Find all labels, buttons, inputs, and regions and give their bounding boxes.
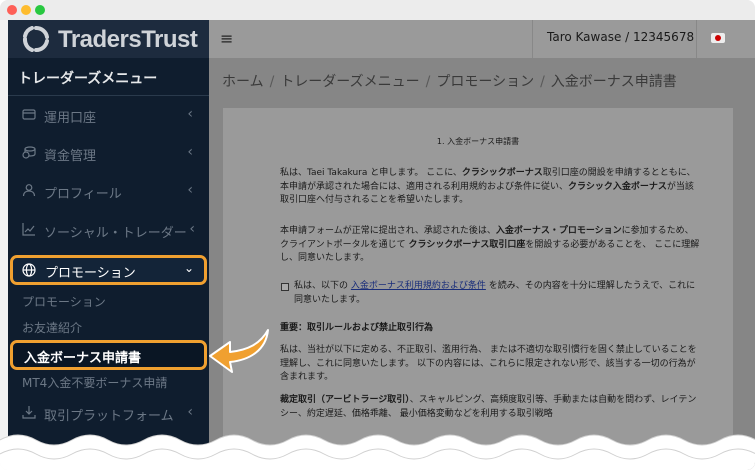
sidebar-item-label: 取引プラットフォーム bbox=[44, 409, 174, 424]
chevron-left-icon: ‹ bbox=[187, 144, 193, 160]
minimize-window-button[interactable] bbox=[21, 5, 31, 15]
hamburger-menu-icon[interactable]: ≡ bbox=[220, 29, 233, 48]
breadcrumb-separator: / bbox=[425, 74, 431, 90]
paragraph-arbitrage: 裁定取引（アービトラージ取引）、スキャルピング、高頻度取引等、手動または自動を問… bbox=[280, 395, 697, 419]
breadcrumb-current: 入金ボーナス申請書 bbox=[550, 74, 677, 90]
wallet-icon bbox=[22, 109, 36, 120]
sidebar-item-label: 資金管理 bbox=[44, 149, 97, 164]
chevron-left-icon: ‹ bbox=[187, 404, 193, 420]
chevron-left-icon: ‹ bbox=[187, 106, 193, 122]
breadcrumb-home[interactable]: ホーム bbox=[222, 74, 264, 90]
section-heading: 重要：取引ルールおよび禁止取引行為 bbox=[280, 323, 434, 333]
sidebar-item-profile[interactable]: プロフィール ‹ bbox=[8, 176, 209, 206]
sidebar-item-promotion[interactable]: プロモーション ⌄ bbox=[10, 255, 207, 285]
submenu-item-deposit-bonus[interactable]: 入金ボーナス申請書 bbox=[10, 340, 207, 370]
user-icon bbox=[22, 184, 36, 197]
download-icon bbox=[22, 406, 36, 419]
divider bbox=[532, 20, 533, 58]
breadcrumb-promotion[interactable]: プロモーション bbox=[436, 74, 534, 90]
submenu-item-promotion[interactable]: プロモーション bbox=[22, 293, 106, 310]
paragraph-agreement: 本申請フォームが正常に提出され、承認された後は、入金ボーナス・プロモーションに参… bbox=[280, 226, 700, 263]
sidebar-item-accounts[interactable]: 運用口座 ‹ bbox=[8, 100, 209, 130]
sidebar-item-platform[interactable]: 取引プラットフォーム ‹ bbox=[8, 398, 209, 428]
submenu-item-label: 入金ボーナス申請書 bbox=[24, 351, 142, 366]
terms-statement: 私は、以下の 入金ボーナス利用規約および条件 を読み、その内容を十分に理解したう… bbox=[294, 281, 696, 305]
chevron-left-icon: ‹ bbox=[187, 182, 193, 198]
sidebar-item-label: プロフィール bbox=[44, 187, 122, 202]
sidebar-item-funds[interactable]: 資金管理 ‹ bbox=[8, 138, 209, 168]
sidebar-item-social-trader[interactable]: ソーシャル・トレーダー ‹ bbox=[8, 215, 209, 245]
terms-checkbox[interactable] bbox=[281, 283, 289, 291]
divider bbox=[8, 95, 209, 96]
breadcrumb-separator: / bbox=[540, 74, 545, 90]
close-window-button[interactable] bbox=[7, 5, 17, 15]
coins-icon bbox=[22, 146, 36, 159]
sidebar-item-label: 運用口座 bbox=[44, 111, 97, 126]
brand-logo[interactable]: TradersTrust bbox=[8, 20, 209, 58]
sidebar-item-label: プロモーション bbox=[45, 266, 136, 281]
divider bbox=[696, 20, 697, 58]
japan-flag-icon[interactable] bbox=[711, 33, 725, 43]
maximize-window-button[interactable] bbox=[35, 5, 45, 15]
brand-name: TradersTrust bbox=[58, 26, 198, 53]
top-bar: ≡ Taro Kawase / 12345678 bbox=[209, 20, 755, 58]
menu-title: トレーダーズメニュー bbox=[18, 71, 158, 87]
pointer-arrow-icon bbox=[209, 329, 269, 373]
submenu-item-referral[interactable]: お友達紹介 bbox=[22, 319, 82, 336]
breadcrumb-separator: / bbox=[269, 74, 275, 90]
logo-mark-icon bbox=[23, 26, 49, 52]
sidebar: TradersTrust トレーダーズメニュー 運用口座 ‹ 資金管理 ‹ プロ… bbox=[8, 20, 209, 470]
chart-line-icon bbox=[22, 223, 35, 236]
user-account[interactable]: Taro Kawase / 12345678 bbox=[547, 30, 694, 44]
window-titlebar bbox=[0, 0, 755, 20]
paragraph-application: 私は、Taei Takakura と申します。 ここに、クラシックボーナス取引口… bbox=[280, 168, 696, 205]
chevron-left-icon: ‹ bbox=[189, 221, 195, 237]
chevron-down-icon: ⌄ bbox=[183, 261, 194, 275]
paragraph-prohibited: 私は、当社が以下に定める、不正取引、濫用行為、 または不適切な取引慣行を固く禁止… bbox=[280, 345, 697, 382]
browser-window: TradersTrust トレーダーズメニュー 運用口座 ‹ 資金管理 ‹ プロ… bbox=[0, 0, 755, 470]
sidebar-item-label: ソーシャル・トレーダー bbox=[44, 226, 187, 241]
breadcrumb: ホーム / トレーダーズメニュー / プロモーション / 入金ボーナス申請書 bbox=[222, 71, 677, 91]
torn-edge-decoration bbox=[0, 434, 755, 470]
form-title: 1. 入金ボーナス申請書 bbox=[436, 137, 520, 146]
globe-icon bbox=[22, 263, 36, 277]
breadcrumb-traders-menu[interactable]: トレーダーズメニュー bbox=[280, 74, 419, 90]
terms-link[interactable]: 入金ボーナス利用規約および条件 bbox=[351, 281, 486, 291]
submenu-item-mt4-bonus[interactable]: MT4入金不要ボーナス申請 bbox=[22, 374, 167, 391]
